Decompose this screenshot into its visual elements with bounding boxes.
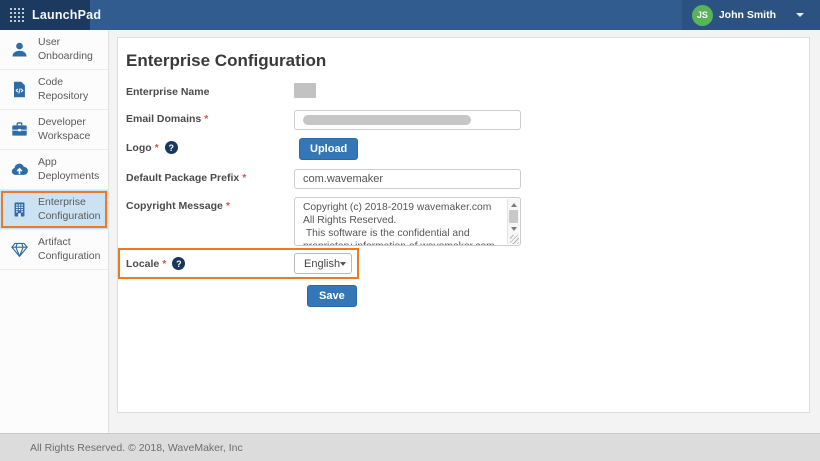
page-title: Enterprise Configuration xyxy=(126,50,809,72)
default-package-prefix-label: Default Package Prefix* xyxy=(126,169,294,184)
default-package-prefix-input[interactable] xyxy=(294,169,521,189)
copyright-message-textarea[interactable]: Copyright (c) 2018-2019 wavemaker.com Al… xyxy=(294,197,521,246)
sidebar-item-enterprise-configuration[interactable]: Enterprise Configuration xyxy=(0,190,108,230)
upload-button[interactable]: Upload xyxy=(299,138,358,160)
code-file-icon xyxy=(10,80,29,99)
field-row-copyright-message: Copyright Message* Copyright (c) 2018-20… xyxy=(118,197,809,246)
resize-grip-icon[interactable] xyxy=(510,235,519,244)
save-row: Save xyxy=(118,285,809,307)
diamond-icon xyxy=(10,240,29,259)
copyright-message-text: Copyright (c) 2018-2019 wavemaker.com Al… xyxy=(295,198,520,246)
enterprise-configuration-form: Enterprise Name Email Domains* Logo* ? U… xyxy=(118,83,809,307)
annotation-highlight-locale: Locale* ? English xyxy=(118,248,359,279)
required-asterisk: * xyxy=(155,142,159,154)
enterprise-name-redacted-value xyxy=(294,83,316,98)
sidebar-item-user-onboarding[interactable]: User Onboarding xyxy=(0,30,108,70)
help-icon[interactable]: ? xyxy=(165,141,178,154)
footer-text: All Rights Reserved. © 2018, WaveMaker, … xyxy=(30,442,243,454)
sidebar-item-label: Code Repository xyxy=(38,76,102,103)
top-navbar: LaunchPad JS John Smith xyxy=(0,0,820,30)
building-icon xyxy=(10,200,29,219)
enterprise-configuration-panel: Enterprise Configuration Enterprise Name… xyxy=(117,37,810,413)
logo-label: Logo* ? xyxy=(126,138,294,154)
sidebar-item-label: Developer Workspace xyxy=(38,116,102,143)
app-window: LaunchPad JS John Smith User Onboarding … xyxy=(0,0,820,461)
apps-grid-icon xyxy=(10,8,24,22)
email-domains-label: Email Domains* xyxy=(126,110,294,125)
required-asterisk: * xyxy=(204,113,208,125)
email-domains-input[interactable] xyxy=(294,110,521,130)
avatar: JS xyxy=(692,5,713,26)
scroll-down-button[interactable] xyxy=(508,223,519,234)
sidebar-item-artifact-configuration[interactable]: Artifact Configuration xyxy=(0,230,108,270)
sidebar-item-label: User Onboarding xyxy=(38,36,102,63)
footer: All Rights Reserved. © 2018, WaveMaker, … xyxy=(0,433,820,461)
user-menu[interactable]: JS John Smith xyxy=(682,0,820,30)
field-row-logo: Logo* ? Upload xyxy=(118,138,809,160)
brand-title: LaunchPad xyxy=(32,8,101,22)
email-domains-redacted-value xyxy=(303,115,471,125)
help-icon[interactable]: ? xyxy=(172,257,185,270)
brand-logo[interactable]: LaunchPad xyxy=(0,0,90,30)
required-asterisk: * xyxy=(242,172,246,184)
chevron-down-icon xyxy=(796,13,804,17)
sidebar-item-code-repository[interactable]: Code Repository xyxy=(0,70,108,110)
locale-selected-value: English xyxy=(304,258,340,270)
chevron-down-icon xyxy=(340,262,346,266)
enterprise-name-label: Enterprise Name xyxy=(126,83,294,98)
user-icon xyxy=(10,40,29,59)
required-asterisk: * xyxy=(226,200,230,212)
copyright-message-label: Copyright Message* xyxy=(126,197,294,212)
sidebar-item-developer-workspace[interactable]: Developer Workspace xyxy=(0,110,108,150)
required-asterisk: * xyxy=(162,258,166,270)
sidebar-item-label: Enterprise Configuration xyxy=(38,196,102,223)
field-row-default-package-prefix: Default Package Prefix* xyxy=(118,169,809,189)
sidebar: User Onboarding Code Repository Develope… xyxy=(0,30,109,433)
scroll-up-button[interactable] xyxy=(508,199,519,210)
sidebar-item-app-deployments[interactable]: App Deployments xyxy=(0,150,108,190)
field-row-enterprise-name: Enterprise Name xyxy=(118,83,809,98)
locale-label: Locale* ? xyxy=(126,257,294,270)
sidebar-item-label: App Deployments xyxy=(38,156,102,183)
cloud-upload-icon xyxy=(10,160,29,179)
user-name: John Smith xyxy=(719,9,776,21)
sidebar-item-label: Artifact Configuration xyxy=(38,236,102,263)
locale-select[interactable]: English xyxy=(294,253,352,274)
briefcase-icon xyxy=(10,120,29,139)
save-button[interactable]: Save xyxy=(307,285,357,307)
scrollbar-thumb[interactable] xyxy=(509,210,518,223)
field-row-email-domains: Email Domains* xyxy=(118,110,809,130)
